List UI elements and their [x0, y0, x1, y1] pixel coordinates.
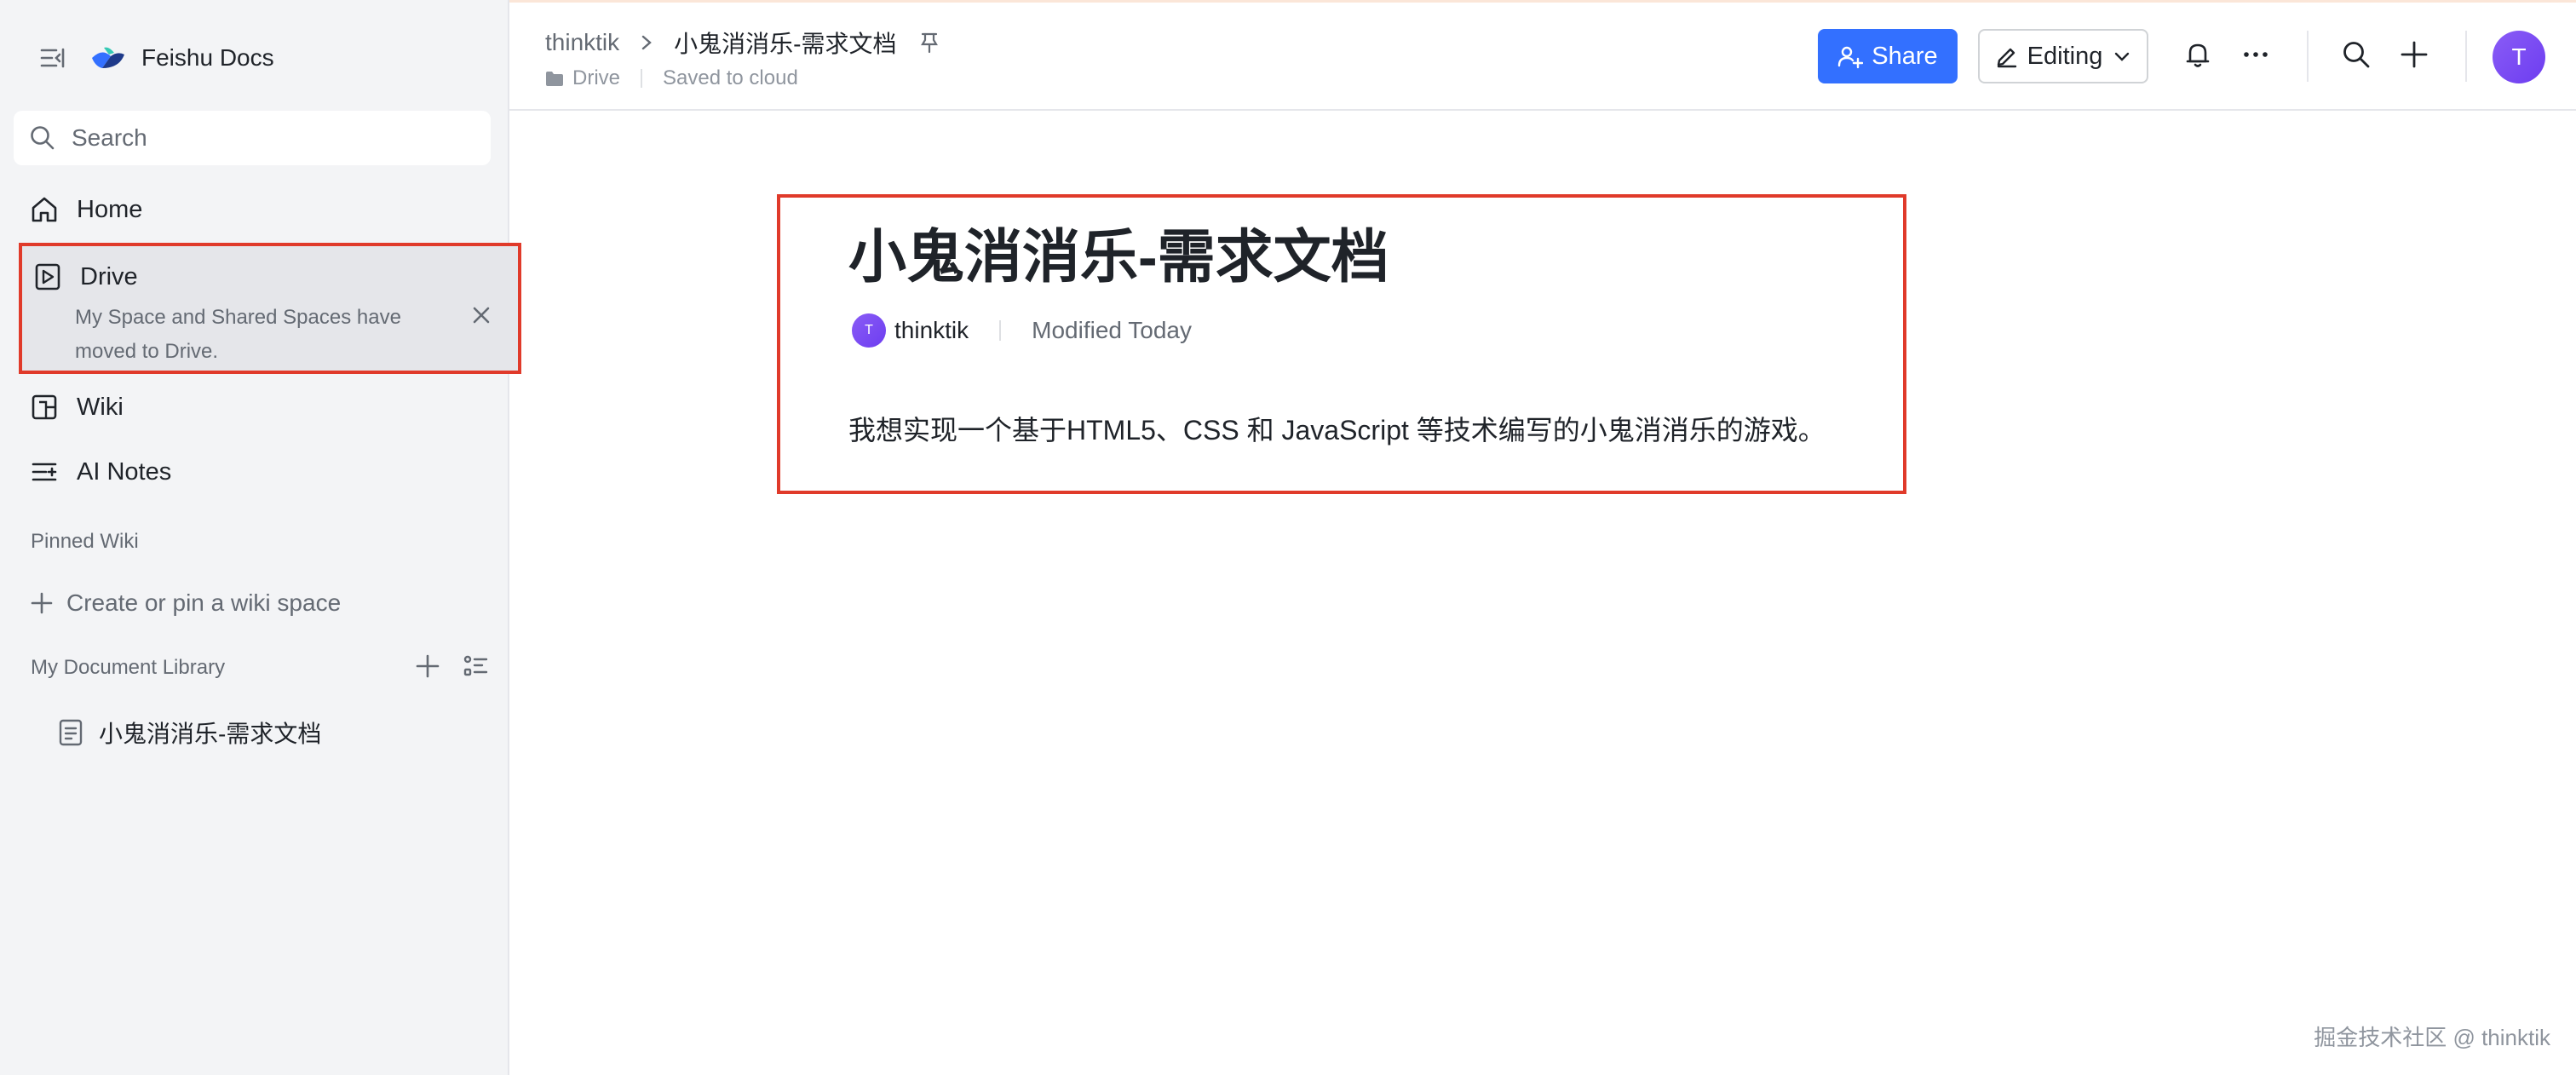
- more-options-icon[interactable]: [2240, 39, 2271, 70]
- divider: [641, 69, 643, 88]
- breadcrumb-current[interactable]: 小鬼消消乐-需求文档: [674, 26, 896, 60]
- author-avatar[interactable]: T: [852, 313, 886, 348]
- search-input[interactable]: [70, 124, 465, 152]
- save-status: Saved to cloud: [663, 66, 798, 89]
- drive-icon: [35, 263, 60, 290]
- pinned-wiki-heading: Pinned Wiki: [31, 530, 139, 553]
- collapse-sidebar-icon[interactable]: [37, 43, 68, 73]
- feishu-logo-icon: [92, 47, 124, 68]
- breadcrumb-root[interactable]: thinktik: [545, 29, 619, 56]
- modified-time: Modified Today: [1032, 317, 1192, 343]
- drive-title-row: Drive: [32, 262, 138, 292]
- divider: [2465, 31, 2467, 82]
- document-content-highlight: 小鬼消消乐-需求文档 T thinktik Modified Today 我想实…: [777, 194, 1906, 494]
- share-label: Share: [1872, 42, 1938, 70]
- mode-label: Editing: [2027, 42, 2103, 70]
- watermark: 掘金技术社区 @ thinktik: [2314, 1025, 2550, 1050]
- plus-icon: [31, 592, 53, 614]
- search-box[interactable]: [14, 111, 491, 165]
- sidebar-document-item[interactable]: 小鬼消消乐-需求文档: [58, 716, 321, 750]
- document-library-heading: My Document Library: [31, 656, 226, 679]
- location-label[interactable]: Drive: [572, 66, 620, 90]
- add-document-icon[interactable]: [414, 652, 441, 680]
- app-name: Feishu Docs: [141, 44, 274, 71]
- bell-icon[interactable]: [2182, 39, 2213, 70]
- search-icon: [31, 126, 55, 150]
- brand-row: Feishu Docs: [37, 39, 274, 77]
- create-wiki-space-button[interactable]: Create or pin a wiki space: [29, 589, 341, 617]
- document-title-heading[interactable]: 小鬼消消乐-需求文档: [848, 210, 1389, 294]
- plus-icon[interactable]: [2399, 39, 2429, 70]
- breadcrumb: thinktik 小鬼消消乐-需求文档: [545, 26, 940, 60]
- sidebar-item-home[interactable]: Home: [29, 191, 142, 228]
- author-name[interactable]: thinktik: [894, 317, 969, 344]
- document-body-paragraph[interactable]: 我想实现一个基于HTML5、CSS 和 JavaScript 等技术编写的小鬼消…: [848, 409, 1826, 448]
- chevron-right-icon: [641, 35, 652, 50]
- divider: [2307, 31, 2309, 82]
- document-header: thinktik 小鬼消消乐-需求文档 Drive Saved to cloud…: [509, 0, 2576, 111]
- user-avatar[interactable]: T: [2493, 31, 2545, 83]
- share-button[interactable]: Share: [1818, 29, 1958, 83]
- sidebar-item-drive[interactable]: Drive My Space and Shared Spaces have mo…: [19, 243, 521, 374]
- sidebar-item-label: Drive: [80, 262, 138, 290]
- search-icon[interactable]: [2341, 39, 2372, 70]
- sidebar-item-ai-notes[interactable]: AI Notes: [29, 453, 171, 491]
- sidebar-item-wiki[interactable]: Wiki: [29, 388, 124, 426]
- close-icon[interactable]: [470, 304, 492, 326]
- editing-mode-dropdown[interactable]: Editing: [1978, 29, 2148, 83]
- drive-moved-message: My Space and Shared Spaces have moved to…: [75, 306, 401, 363]
- home-icon: [32, 197, 57, 222]
- pin-icon[interactable]: [918, 32, 940, 54]
- wiki-icon: [32, 394, 57, 420]
- sidebar-item-label: Home: [77, 195, 143, 223]
- document-title: 小鬼消消乐-需求文档: [99, 721, 322, 747]
- document-meta: T thinktik Modified Today: [852, 313, 1192, 348]
- pencil-icon: [1997, 48, 2016, 68]
- sidebar-item-label: AI Notes: [77, 457, 172, 486]
- folder-icon: [546, 72, 563, 86]
- library-actions: [414, 652, 489, 680]
- share-users-icon: [1838, 46, 1864, 69]
- list-view-icon[interactable]: [462, 652, 489, 680]
- sidebar-item-label: Wiki: [77, 393, 124, 421]
- create-wiki-label: Create or pin a wiki space: [66, 589, 342, 616]
- document-location: Drive Saved to cloud: [545, 66, 798, 90]
- ai-notes-icon: [32, 463, 57, 481]
- divider: [999, 320, 1002, 341]
- chevron-down-icon: [2115, 52, 2130, 61]
- document-icon: [59, 719, 83, 746]
- sidebar: Feishu Docs Home Drive My Space and Shar…: [0, 0, 521, 1075]
